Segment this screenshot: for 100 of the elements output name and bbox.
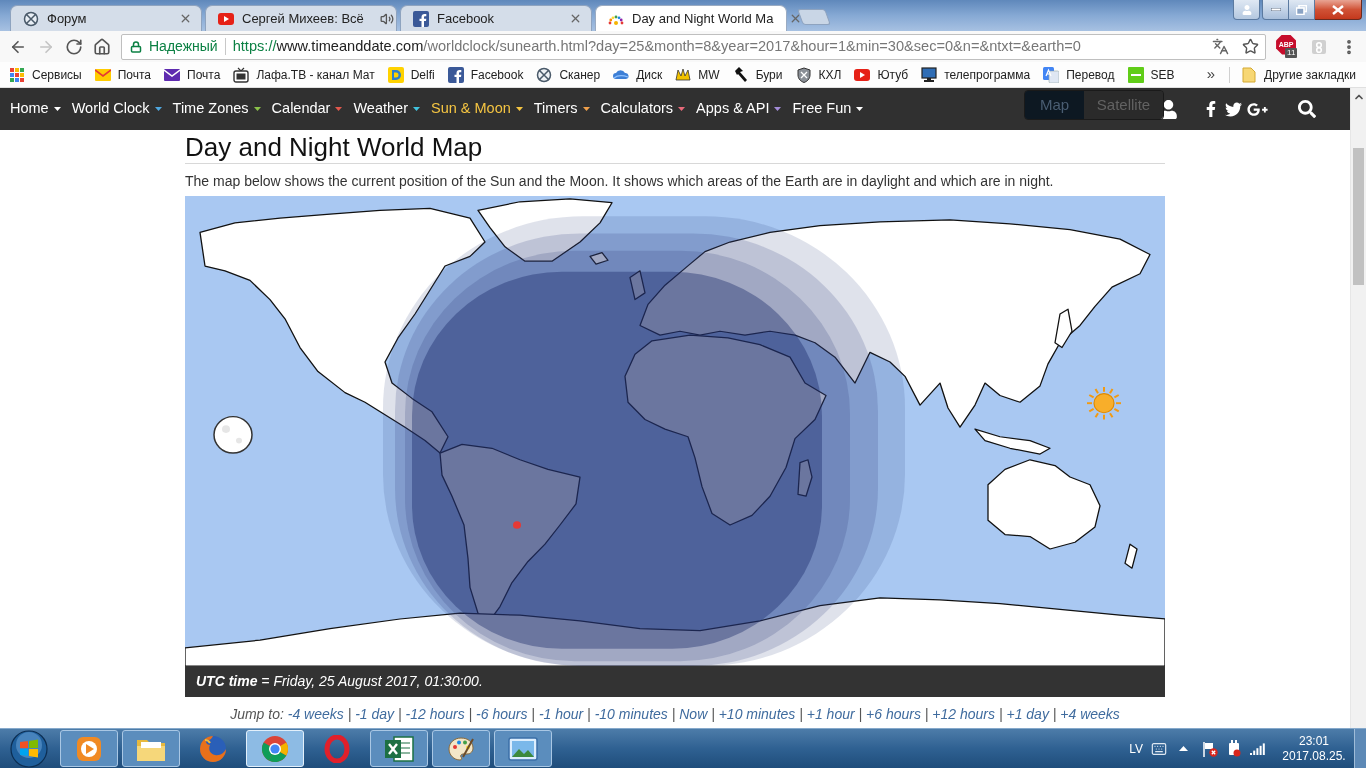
intro-text: The map below shows the current position of the Sun and the Moon. It shows which areas of the Earth are in daylight and which are in night. (185, 172, 1055, 190)
browser-tab[interactable]: Форум (10, 5, 202, 31)
jump-link[interactable]: +12 hours (932, 706, 996, 722)
taskbar-app-button[interactable] (370, 730, 428, 767)
landscape-picture-icon (508, 736, 538, 761)
flag-icon[interactable] (1202, 740, 1218, 757)
nav-menu-item[interactable]: World Clock (71, 98, 162, 120)
signal-bars-icon[interactable] (1250, 742, 1266, 755)
speaker-icon[interactable] (379, 11, 394, 26)
bookmark-item[interactable]: Почта (94, 65, 152, 84)
bookmark-item[interactable]: Диск (613, 65, 663, 84)
utc-time-caption: UTC time = Friday, 25 August 2017, 01:30:00. (196, 672, 483, 691)
bookmark-item[interactable]: телепрограмма (921, 65, 1031, 84)
person-icon (1241, 4, 1252, 15)
lock-icon (130, 40, 142, 53)
jump-link[interactable]: -1 day (355, 706, 395, 722)
close-button[interactable] (1315, 0, 1362, 20)
nav-menu-item[interactable]: Weather (353, 98, 420, 120)
taskbar-app-button[interactable] (494, 730, 552, 767)
translate-icon[interactable] (1212, 38, 1230, 55)
address-bar[interactable]: Надежный https://www.timeanddate.com/worldclock/sunearth.html?day=25&month=8&year=2017&hour=1&min=30&sec=0&n=&ntxt=&earth=0 (121, 33, 1267, 60)
facebook-icon (413, 10, 429, 27)
close-icon[interactable] (179, 12, 192, 25)
clock-time[interactable]: 23:01 (1299, 733, 1329, 749)
bookmark-item[interactable]: Сервисы (9, 65, 82, 84)
media-player-icon (75, 734, 103, 763)
play-button-icon (218, 12, 234, 25)
shield-icon (795, 66, 812, 83)
bookmark-item[interactable]: Сканер (536, 65, 601, 84)
taskbar-app-button[interactable] (432, 730, 490, 767)
search-icon[interactable] (1298, 100, 1316, 118)
home-icon[interactable] (93, 37, 111, 56)
bookmark-item[interactable]: Лафа.ТВ - канал Мат (233, 65, 375, 84)
fox-globe-icon (199, 734, 227, 763)
more-bookmarks-button[interactable]: » (1204, 63, 1218, 86)
restore-icon (1296, 4, 1307, 15)
nav-menu-item[interactable]: Timers (533, 98, 590, 120)
nav-menu-item[interactable]: Free Fun (792, 98, 864, 120)
bookmark-folder[interactable]: Другие закладки (1242, 65, 1356, 84)
jump-link[interactable]: Now (679, 706, 708, 722)
facebook-icon (447, 66, 464, 83)
close-icon (1332, 4, 1344, 15)
envelope-icon (164, 68, 181, 81)
minimize-icon (1270, 8, 1281, 11)
nav-menu-item[interactable]: Calculators (600, 98, 686, 120)
crown-icon (675, 66, 692, 83)
bookmark-item[interactable]: Ютуб (854, 65, 909, 84)
crosshair-icon (536, 66, 553, 83)
hammer-icon (732, 66, 749, 83)
bookmark-item[interactable]: КХЛ (795, 65, 842, 84)
power-plug-icon[interactable] (1227, 740, 1241, 757)
close-icon[interactable] (569, 12, 582, 25)
jump-link[interactable]: -6 hours (476, 706, 528, 722)
jump-to-links: Jump to: -4 weeks | -1 day | -12 hours | -6 hours | -1 hour | -10 minutes | Now | +10 minutes | +1 hour | +6 hours | +12 hours | +1 day | +4 weeks (229, 705, 1121, 723)
nav-menu-item[interactable]: Home (10, 98, 61, 120)
scrollbar-thumb[interactable] (1353, 148, 1364, 285)
jump-link[interactable]: -12 hours (405, 706, 465, 722)
bookmark-star-icon[interactable] (1242, 38, 1260, 55)
spreadsheet-icon (384, 734, 414, 763)
bookmark-item[interactable]: Почта (164, 65, 221, 84)
bookmark-item[interactable]: MW (675, 65, 720, 84)
taskbar-app-button[interactable] (122, 730, 180, 767)
up-arrow-icon[interactable] (1179, 746, 1188, 751)
bookmark-item[interactable]: Перевод (1043, 65, 1115, 84)
crosshair-icon (23, 10, 39, 27)
jump-link[interactable]: +1 hour (806, 706, 855, 722)
nav-menu-item[interactable]: Calendar (271, 98, 343, 120)
translate-icon (1043, 66, 1060, 83)
nav-menu-item[interactable]: Time Zones (172, 98, 261, 120)
clock-date[interactable]: 2017.08.25. (1282, 748, 1346, 764)
jump-link[interactable]: +1 day (1006, 706, 1049, 722)
maximize-button[interactable] (1289, 0, 1315, 20)
browser-tab[interactable]: Сергей Михеев: Всё (205, 5, 397, 31)
cloud-icon (613, 69, 630, 80)
grid-icon (9, 66, 25, 83)
nav-menu-item[interactable]: Apps & API (696, 98, 782, 120)
ring-icon (324, 734, 350, 763)
bookmark-item[interactable]: Facebook (447, 65, 524, 84)
start-button[interactable] (10, 729, 48, 768)
square-logo-icon (1127, 66, 1144, 83)
reload-icon[interactable] (65, 37, 83, 56)
palette-icon (447, 734, 475, 763)
bookmark-item[interactable]: Delfi (387, 65, 435, 84)
jump-link[interactable]: -4 weeks (287, 706, 344, 722)
keyboard-icon[interactable] (1151, 740, 1167, 757)
minimize-button[interactable] (1262, 0, 1289, 20)
bookmark-item[interactable]: SEB (1127, 65, 1175, 84)
taskbar-app-button[interactable] (60, 730, 118, 767)
language-indicator[interactable]: LV (1129, 739, 1143, 758)
jump-link[interactable]: +6 hours (866, 706, 921, 722)
nav-menu-item[interactable]: Sun & Moon (431, 98, 523, 120)
jump-link[interactable]: -1 hour (538, 706, 584, 722)
twitter-icon[interactable] (1225, 100, 1242, 118)
jump-link[interactable]: -10 minutes (594, 706, 668, 722)
browser-tab[interactable]: Facebook (400, 5, 592, 31)
profile-button[interactable] (1233, 0, 1260, 20)
play-button-icon (854, 68, 871, 81)
jump-link[interactable]: +4 weeks (1060, 706, 1120, 722)
bookmark-item[interactable]: Бури (732, 65, 783, 84)
jump-link[interactable]: +10 minutes (718, 706, 796, 722)
